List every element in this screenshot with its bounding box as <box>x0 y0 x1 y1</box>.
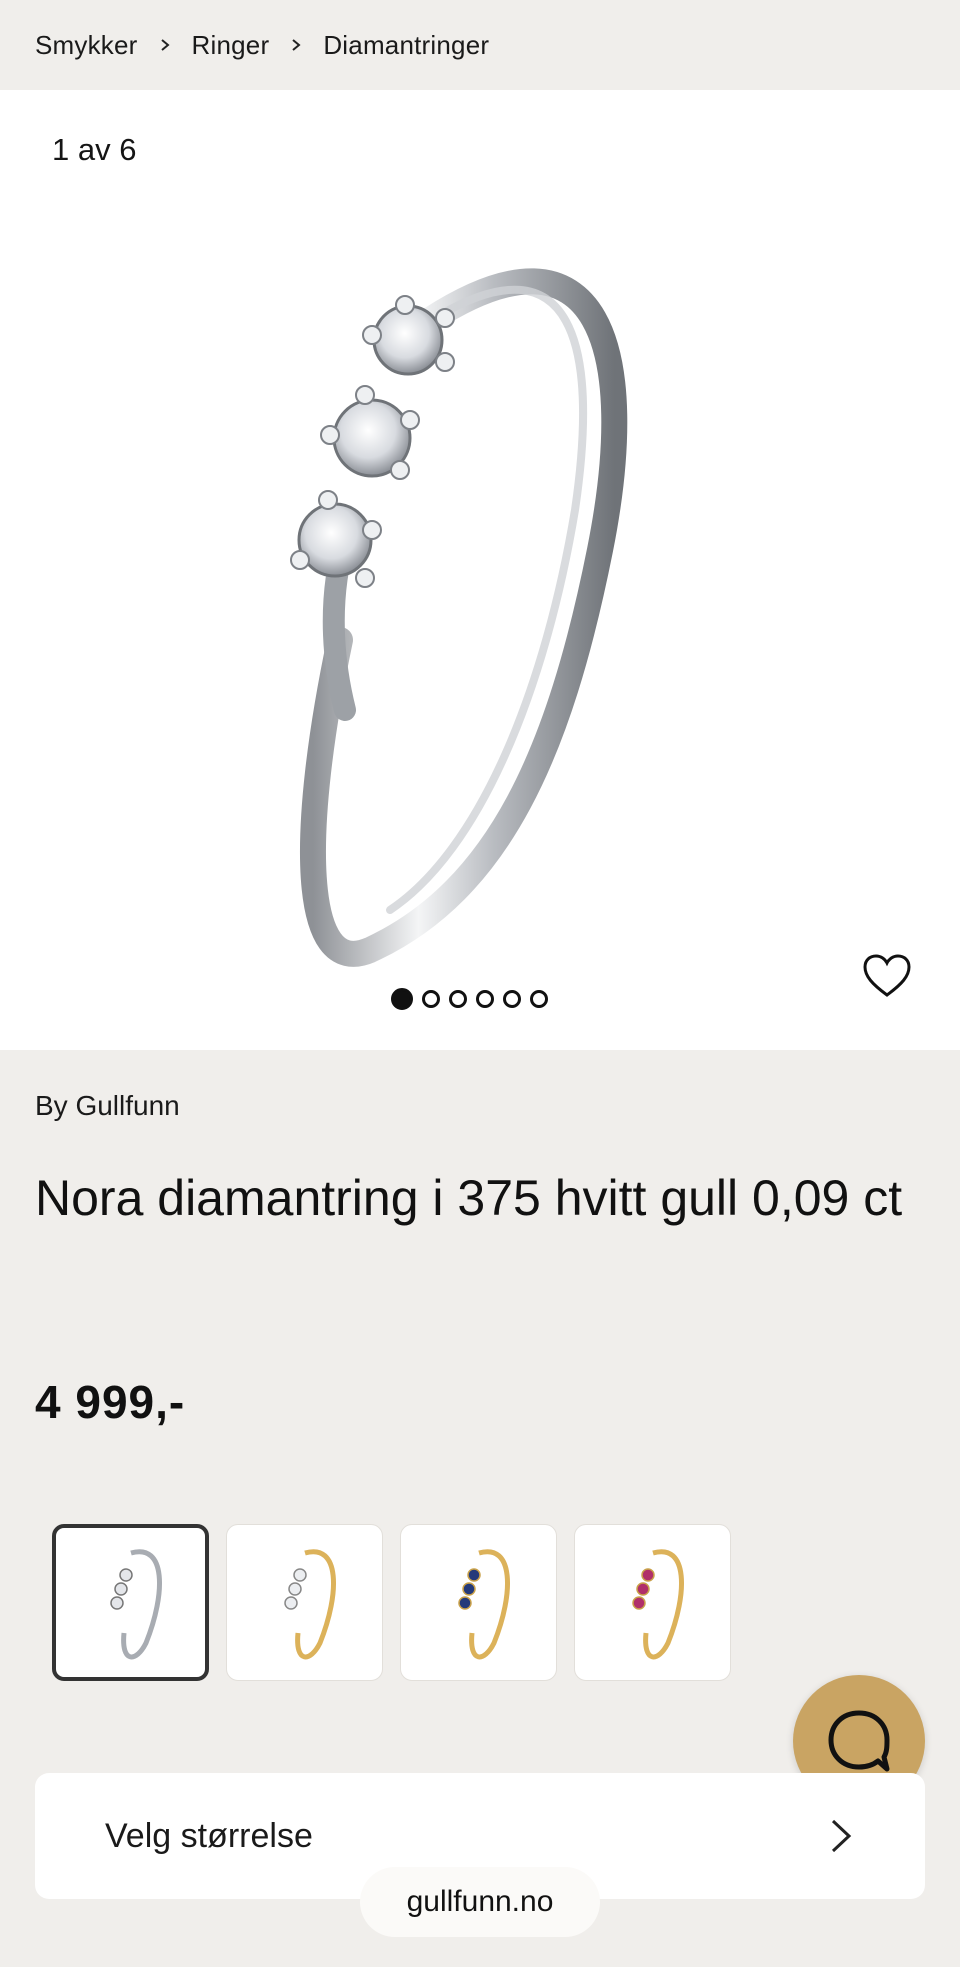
variant-thumbnail-white-gold[interactable] <box>52 1524 209 1681</box>
chevron-right-icon <box>138 38 192 52</box>
carousel-dot[interactable] <box>530 990 548 1008</box>
product-title: Nora diamantring i 375 hvitt gull 0,09 c… <box>35 1170 903 1226</box>
carousel-dots[interactable] <box>391 988 548 1010</box>
product-price: 4 999,- <box>35 1376 186 1428</box>
chat-bubble-icon <box>828 1710 890 1772</box>
product-brand[interactable]: By Gullfunn <box>35 1090 180 1122</box>
variant-thumbnail-yellow-gold-ruby[interactable] <box>574 1524 731 1681</box>
variant-thumbnail-yellow-gold-sapphire[interactable] <box>400 1524 557 1681</box>
breadcrumb-item-ringer[interactable]: Ringer <box>192 30 270 61</box>
product-image-gallery[interactable]: 1 av 6 <box>0 90 960 1050</box>
chevron-right-icon <box>831 1819 852 1853</box>
chevron-right-icon <box>269 38 323 52</box>
variant-thumbnail-yellow-gold-diamond[interactable] <box>226 1524 383 1681</box>
variant-selector <box>52 1524 731 1681</box>
carousel-dot[interactable] <box>391 988 413 1010</box>
breadcrumb-item-diamantringer[interactable]: Diamantringer <box>323 30 489 61</box>
carousel-dot[interactable] <box>422 990 440 1008</box>
product-image <box>290 268 628 967</box>
breadcrumb: Smykker Ringer Diamantringer <box>0 0 960 90</box>
carousel-dot[interactable] <box>476 990 494 1008</box>
carousel-dot[interactable] <box>503 990 521 1008</box>
image-counter: 1 av 6 <box>52 132 137 167</box>
select-size-label: Velg størrelse <box>105 1816 313 1855</box>
carousel-dot[interactable] <box>449 990 467 1008</box>
breadcrumb-item-smykker[interactable]: Smykker <box>35 30 138 61</box>
browser-url-bar[interactable]: gullfunn.no <box>360 1867 600 1937</box>
heart-icon[interactable] <box>862 952 912 1002</box>
